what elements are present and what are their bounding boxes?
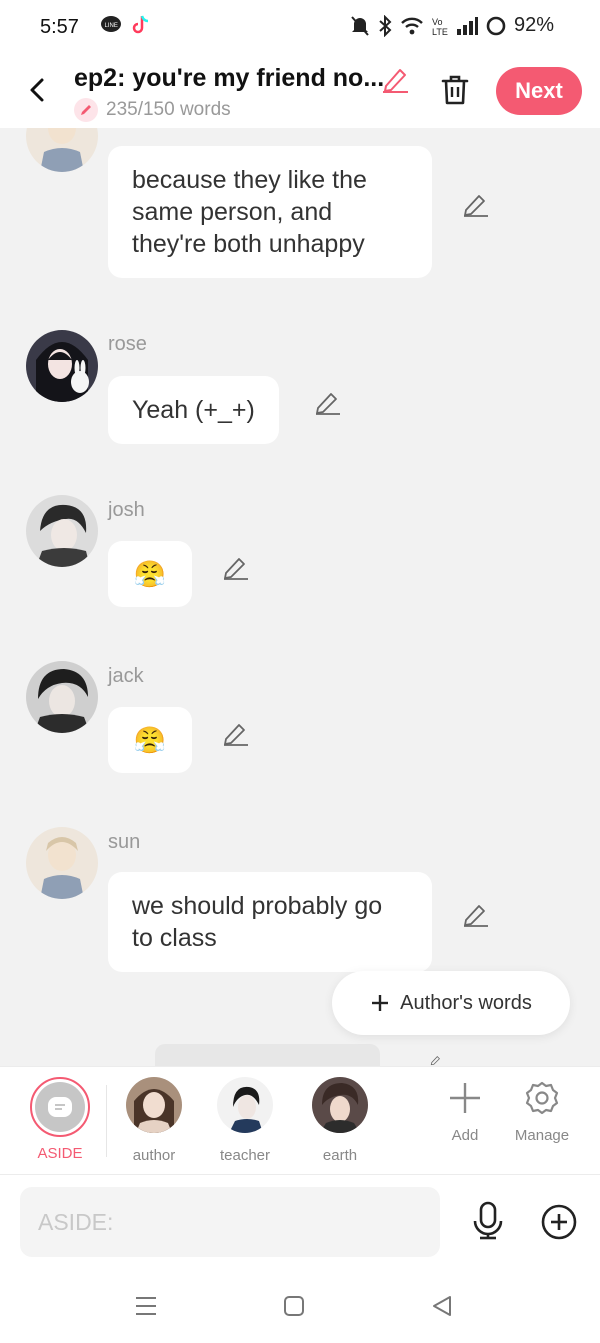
- speaker-name: josh: [108, 499, 145, 521]
- authors-words-button[interactable]: Author's words: [332, 971, 570, 1035]
- message-bubble[interactable]: we should probably go to class: [108, 872, 432, 972]
- edit-message-icon[interactable]: [462, 900, 490, 928]
- word-count-text: 235/150 words: [106, 99, 231, 120]
- mute-icon: [351, 15, 369, 36]
- gear-icon: [525, 1081, 559, 1115]
- status-time: 5:57: [40, 16, 79, 38]
- back-nav-icon[interactable]: [428, 1294, 456, 1318]
- trash-icon[interactable]: [438, 72, 472, 108]
- svg-text:LINE: LINE: [105, 23, 118, 29]
- edit-message-icon[interactable]: [222, 553, 250, 581]
- word-count: 235/150 words: [74, 98, 231, 122]
- line-app-icon: LINE: [101, 16, 121, 32]
- avatar-jack[interactable]: [26, 661, 98, 733]
- avatar-teacher: [217, 1077, 273, 1133]
- tiktok-icon: [132, 15, 149, 34]
- edit-title-icon[interactable]: [380, 64, 410, 94]
- battery-icon: [486, 16, 506, 35]
- character-aside[interactable]: [30, 1077, 90, 1137]
- editor-header: ep2: you're my friend no... 235/150 word…: [0, 56, 600, 128]
- microphone-icon[interactable]: [470, 1201, 506, 1241]
- plus-icon: [372, 995, 389, 1011]
- aside-icon: [48, 1097, 72, 1117]
- manage-label: Manage: [514, 1127, 570, 1144]
- avatar-earth: [312, 1077, 368, 1133]
- speaker-name: sun: [108, 831, 141, 853]
- signal-icon: [456, 16, 478, 35]
- message-text: because they like the same person, and t…: [132, 166, 367, 258]
- system-nav-bar: [0, 1268, 600, 1343]
- message-bubble[interactable]: because they like the same person, and t…: [108, 146, 432, 278]
- svg-text:LTE: LTE: [432, 27, 448, 37]
- character-teacher[interactable]: teacher: [205, 1077, 285, 1164]
- svg-text:Vo: Vo: [432, 17, 443, 27]
- pencil-icon: [74, 98, 98, 122]
- message-text: Yeah (+_+): [132, 396, 255, 424]
- character-bar: ASIDE author teacher earth Add Manage: [0, 1066, 600, 1175]
- add-icon: [450, 1083, 480, 1113]
- manage-characters-button[interactable]: Manage: [507, 1081, 577, 1144]
- avatar-josh[interactable]: [26, 495, 98, 567]
- avatar-sun[interactable]: [26, 128, 98, 172]
- character-label: author: [132, 1147, 176, 1164]
- edit-message-icon[interactable]: [222, 719, 250, 747]
- battery-percent: 92%: [513, 14, 554, 36]
- status-bar: 5:57 LINE Vo LTE 92%: [0, 0, 600, 56]
- authors-words-label: Author's words: [400, 991, 532, 1014]
- character-earth[interactable]: earth: [300, 1077, 380, 1164]
- avatar-sun[interactable]: [26, 827, 98, 899]
- menu-icon[interactable]: [132, 1294, 160, 1318]
- divider: [106, 1085, 107, 1157]
- message-input[interactable]: [20, 1187, 440, 1257]
- bluetooth-icon: [379, 14, 392, 37]
- wifi-icon: [401, 17, 423, 34]
- message-bubble[interactable]: 😤: [108, 707, 192, 773]
- avatar-rose[interactable]: [26, 330, 98, 402]
- edit-message-icon[interactable]: [314, 388, 342, 416]
- edit-message-icon[interactable]: [422, 1054, 450, 1066]
- edit-message-icon[interactable]: [462, 190, 490, 218]
- next-button[interactable]: Next: [496, 67, 582, 115]
- speaker-name: rose: [108, 333, 147, 355]
- input-bar: [0, 1174, 600, 1268]
- chat-area[interactable]: because they like the same person, and t…: [0, 128, 600, 1066]
- episode-title[interactable]: ep2: you're my friend no...: [74, 64, 384, 93]
- add-label: Add: [451, 1127, 479, 1144]
- add-circle-icon[interactable]: [540, 1203, 578, 1241]
- message-text: 😤: [133, 725, 167, 755]
- avatar-author: [126, 1077, 182, 1133]
- volte-icon: VoLTE: [432, 17, 448, 37]
- speaker-name: jack: [108, 665, 144, 687]
- home-icon[interactable]: [280, 1294, 308, 1318]
- scroll-fade: [400, 1067, 430, 1175]
- message-bubble[interactable]: 😤: [108, 541, 192, 607]
- message-text: 😤: [133, 559, 167, 589]
- character-author[interactable]: author: [114, 1077, 194, 1164]
- message-bubble[interactable]: Yeah (+_+): [108, 376, 279, 444]
- message-text: we should probably go to class: [132, 892, 383, 952]
- message-bubble-partial: [155, 1044, 380, 1066]
- character-label: ASIDE: [37, 1145, 83, 1162]
- add-character-button[interactable]: Add: [430, 1081, 500, 1144]
- back-arrow-icon[interactable]: [24, 72, 52, 108]
- character-label: earth: [322, 1147, 358, 1164]
- character-label: teacher: [219, 1147, 271, 1164]
